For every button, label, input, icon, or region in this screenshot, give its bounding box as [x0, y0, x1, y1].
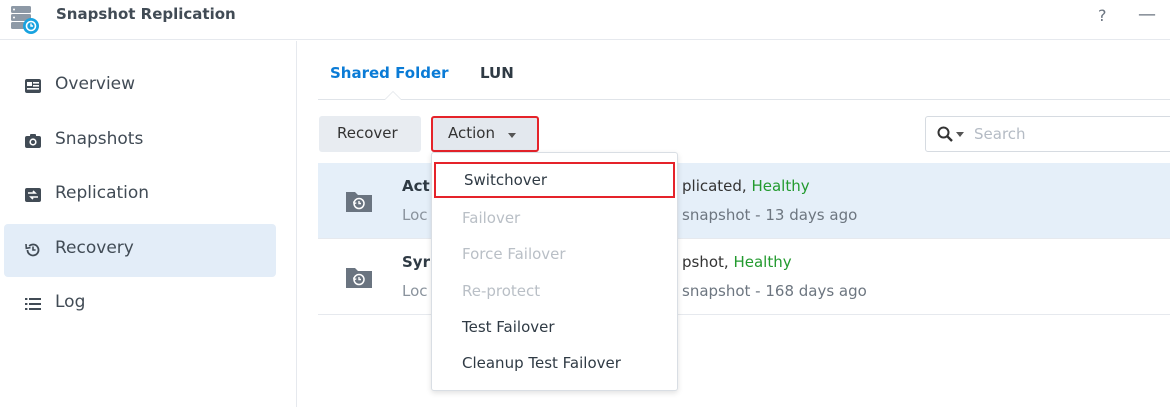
replication-icon — [25, 188, 41, 202]
row-name: Act — [402, 177, 430, 195]
menu-item-label: Test Failover — [462, 318, 555, 336]
row-name: Syr — [402, 253, 430, 271]
search-input[interactable] — [974, 123, 1164, 145]
recovery-folder-icon — [346, 192, 372, 212]
recover-button[interactable]: Recover — [319, 116, 421, 152]
action-dropdown-menu: Switchover Failover Force Failover Re-pr… — [431, 152, 678, 391]
recover-button-label: Recover — [337, 124, 398, 142]
search-box[interactable] — [925, 116, 1170, 152]
menu-item-label: Force Failover — [462, 245, 566, 263]
row-status-text: pshot, — [682, 253, 734, 271]
sidebar-item-overview[interactable]: Overview — [4, 60, 276, 113]
health-status: Healthy — [751, 177, 810, 195]
menu-item-switchover[interactable]: Switchover — [434, 162, 675, 198]
tab-lun[interactable]: LUN — [480, 64, 514, 82]
menu-item-force-failover: Force Failover — [432, 236, 677, 272]
title-bar: Snapshot Replication ? — — [0, 0, 1170, 40]
action-button[interactable]: Action — [431, 116, 539, 152]
menu-item-label: Failover — [462, 209, 521, 227]
sidebar-item-label: Log — [55, 292, 86, 312]
active-tab-indicator-fill — [385, 92, 401, 100]
row-status: plicated, Healthy — [682, 177, 810, 195]
sidebar-item-log[interactable]: Log — [4, 278, 276, 331]
sidebar-item-snapshots[interactable]: Snapshots — [4, 115, 276, 168]
recovery-folder-icon — [346, 268, 372, 288]
chevron-down-icon[interactable] — [956, 132, 964, 137]
sidebar-item-label: Recovery — [55, 238, 134, 258]
tab-shared-folder[interactable]: Shared Folder — [330, 64, 449, 82]
tab-divider — [318, 99, 1170, 100]
menu-item-test-failover[interactable]: Test Failover — [432, 309, 677, 345]
menu-item-cleanup-test-failover[interactable]: Cleanup Test Failover — [432, 345, 677, 381]
menu-item-label: Re-protect — [462, 282, 541, 300]
app-title: Snapshot Replication — [56, 5, 236, 23]
row-location: Loc — [402, 282, 428, 300]
health-status: Healthy — [733, 253, 792, 271]
sidebar-item-label: Snapshots — [55, 129, 144, 149]
sidebar-item-label: Replication — [55, 183, 150, 203]
row-location: Loc — [402, 206, 428, 224]
row-status-text: plicated, — [682, 177, 752, 195]
minimize-button[interactable]: — — [1138, 4, 1156, 25]
sidebar-item-recovery[interactable]: Recovery — [4, 224, 276, 277]
search-icon[interactable] — [936, 125, 954, 143]
action-button-label: Action — [448, 124, 495, 142]
menu-item-label: Switchover — [464, 171, 548, 189]
help-button[interactable]: ? — [1098, 6, 1107, 25]
recovery-icon — [25, 243, 40, 257]
chevron-down-icon — [508, 133, 516, 138]
row-snapshot-time: snapshot - 168 days ago — [682, 282, 867, 300]
list-icon — [25, 298, 41, 310]
overview-icon — [25, 79, 41, 93]
row-snapshot-time: snapshot - 13 days ago — [682, 206, 858, 224]
camera-icon — [25, 134, 41, 148]
row-status: pshot, Healthy — [682, 253, 792, 271]
sidebar-item-label: Overview — [55, 74, 136, 94]
menu-item-label: Cleanup Test Failover — [462, 354, 621, 372]
menu-item-re-protect: Re-protect — [432, 273, 677, 309]
sidebar: Overview Snapshots Replication Recovery — [0, 41, 297, 407]
sidebar-item-replication[interactable]: Replication — [4, 169, 276, 222]
snapshot-replication-app-icon — [11, 6, 39, 34]
menu-item-failover: Failover — [432, 200, 677, 236]
